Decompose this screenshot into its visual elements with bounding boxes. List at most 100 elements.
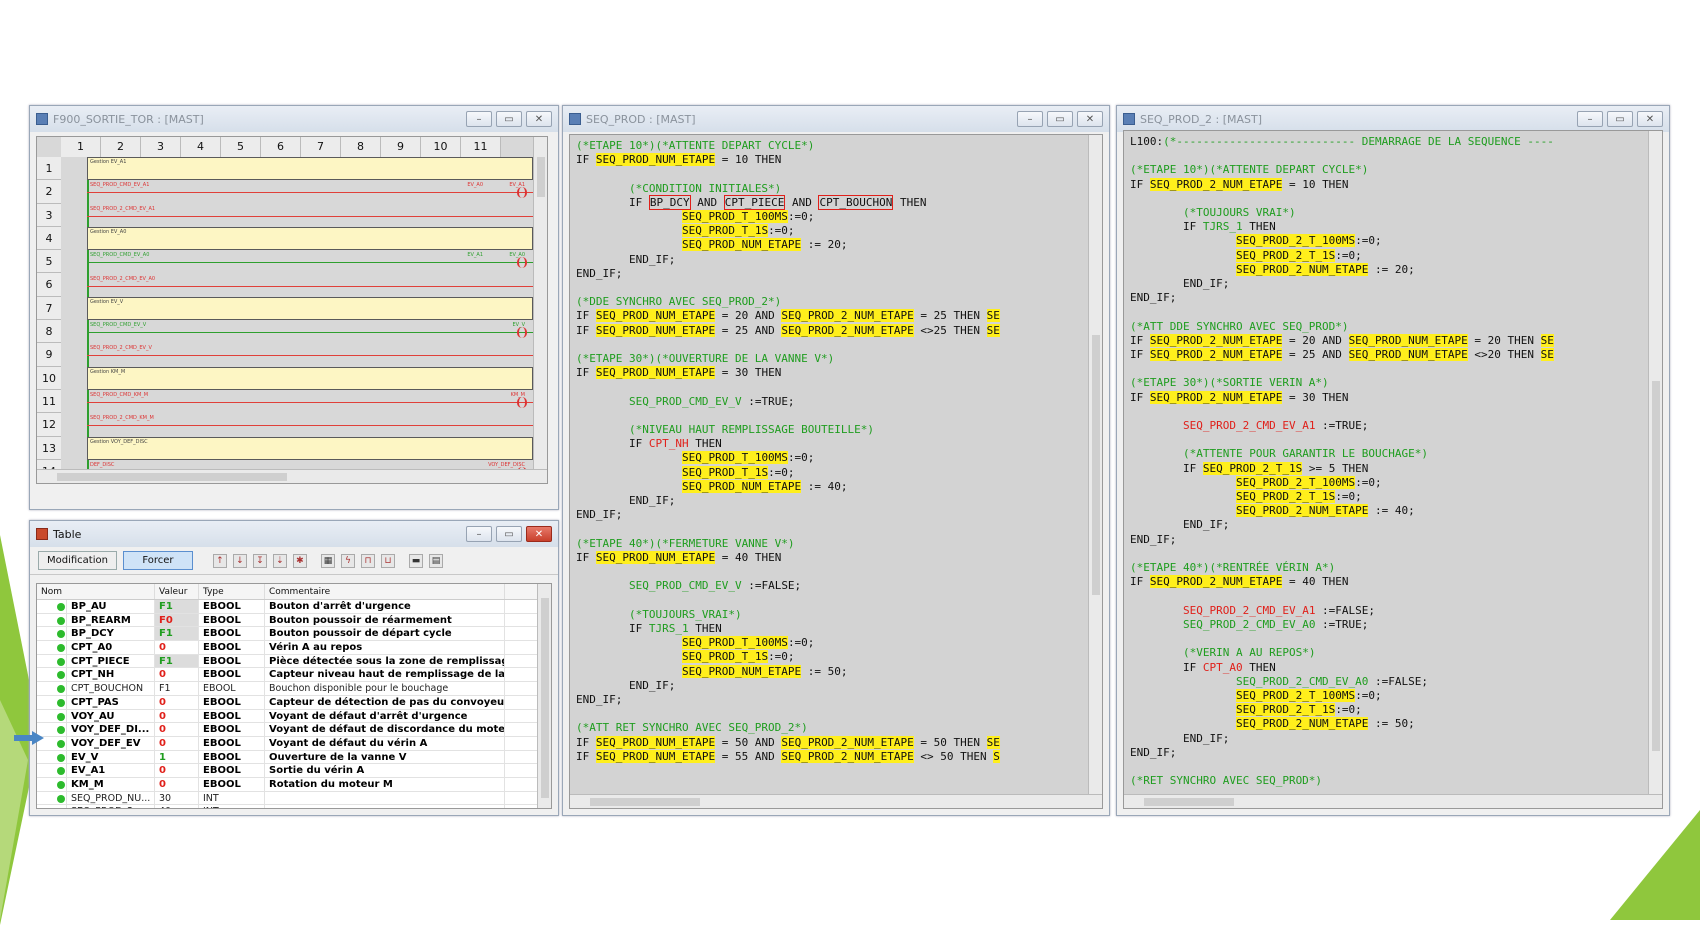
table-row[interactable]: SEQ_PROD_2_...40INT	[37, 805, 551, 808]
contact-label: SEQ_PROD_CMD_KM_M	[90, 392, 149, 398]
ladder-comment-rung[interactable]: Gestion EV_V	[87, 296, 533, 320]
header-type[interactable]: Type	[199, 584, 265, 599]
coil-icon[interactable]	[517, 257, 527, 269]
maximize-button[interactable]: ▭	[1047, 111, 1073, 127]
ladder-comment-rung[interactable]: Gestion EV_A1	[87, 157, 533, 180]
cancel-force-icon[interactable]: ✱	[292, 553, 307, 568]
coil-icon[interactable]	[517, 327, 527, 339]
maximize-button[interactable]: ▭	[496, 526, 522, 542]
row-status	[37, 627, 67, 641]
unforce-all-icon[interactable]: ⇣	[272, 553, 287, 568]
table-vscroll[interactable]	[537, 584, 551, 808]
ladder-row-number: 1	[37, 157, 61, 181]
close-button[interactable]: ✕	[526, 111, 552, 127]
header-valeur[interactable]: Valeur	[155, 584, 199, 599]
var-value[interactable]: 0	[155, 709, 199, 723]
close-button[interactable]: ✕	[1077, 111, 1103, 127]
header-nom[interactable]: Nom	[37, 584, 155, 599]
minimize-button[interactable]: –	[1577, 111, 1603, 127]
table-row[interactable]: VOY_DEF_DI... 0 EBOOL Voyant de défaut de d…	[37, 723, 551, 737]
status-dot-icon	[57, 616, 65, 625]
animation-icon[interactable]: ▬	[408, 553, 423, 568]
falling-edge-icon[interactable]: ⊔	[380, 553, 395, 568]
table-row[interactable]: CPT_PIECE F1 EBOOL Pièce détectée sous la z…	[37, 654, 551, 669]
table-row[interactable]: EV_A1 0 EBOOL Sortie du vérin A	[37, 764, 551, 778]
var-value[interactable]: 0	[155, 641, 199, 654]
ladder-hscroll[interactable]	[37, 469, 547, 483]
table-row[interactable]: CPT_NH 0 EBOOL Capteur niveau haut de rempl…	[37, 668, 551, 683]
minimize-button[interactable]: –	[466, 526, 492, 542]
var-value[interactable]: 0	[155, 736, 199, 750]
seq-prod-2-vscroll[interactable]	[1648, 131, 1662, 794]
minimize-button[interactable]: –	[1017, 111, 1043, 127]
var-value[interactable]: 0	[155, 723, 199, 736]
ladder-logic-rung[interactable]: SEQ_PROD_CMD_EV_V EV_V	[87, 320, 533, 343]
minimize-button[interactable]: –	[466, 111, 492, 127]
table-row[interactable]: VOY_AU 0 EBOOL Voyant de défaut d'arrêt d'u…	[37, 709, 551, 724]
table-row[interactable]: SEQ_PROD_NU... 30 INT	[37, 791, 551, 806]
lightning-icon[interactable]: ϟ	[340, 553, 355, 568]
ladder-vscroll[interactable]	[533, 137, 547, 469]
rising-edge-icon[interactable]: ⊓	[360, 553, 375, 568]
maximize-button[interactable]: ▭	[496, 111, 522, 127]
table-row[interactable]: BP_REARM F0 EBOOL Bouton poussoir de réarme…	[37, 613, 551, 628]
ladder-logic-rung[interactable]: SEQ_PROD_CMD_KM_M KM_M	[87, 390, 533, 413]
var-value[interactable]: F1	[155, 600, 199, 613]
ladder-comment-rung[interactable]: Gestion KM_M	[87, 366, 533, 390]
status-dot-icon	[57, 712, 65, 721]
var-value[interactable]: F1	[155, 682, 199, 695]
var-comment	[265, 791, 505, 805]
table-row[interactable]: CPT_BOUCHON F1 EBOOL Bouchon disponible pou…	[37, 682, 551, 696]
coil-icon[interactable]	[517, 397, 527, 408]
table-row[interactable]: BP_DCY F1 EBOOL Bouton poussoir de départ c…	[37, 627, 551, 642]
ladder-logic-rung[interactable]: SEQ_PROD_CMD_EV_A1 EV_A1 EV_A0	[87, 180, 533, 203]
var-value[interactable]: 0	[155, 764, 199, 777]
var-value[interactable]: F1	[155, 654, 199, 668]
var-value[interactable]: 30	[155, 791, 199, 805]
force-true-icon[interactable]: ↑	[212, 553, 227, 568]
table-row[interactable]: CPT_PAS 0 EBOOL Capteur de détection de pas…	[37, 695, 551, 710]
ladder-editor[interactable]: 1234567891011 1234567891011121314 Gestio…	[36, 136, 548, 484]
var-value[interactable]: 0	[155, 668, 199, 682]
interlock-contact-label: EV_A1	[467, 252, 483, 259]
var-value[interactable]: 40	[155, 805, 199, 808]
var-value[interactable]: 1	[155, 750, 199, 764]
table-row[interactable]: CPT_A0 0 EBOOL Vérin A au repos	[37, 641, 551, 655]
ladder-logic-rung[interactable]: SEQ_PROD_2_CMD_EV_A1	[87, 204, 533, 227]
var-value[interactable]: 0	[155, 695, 199, 709]
unforce-icon[interactable]: ↧	[252, 553, 267, 568]
properties-icon[interactable]: ▤	[428, 553, 443, 568]
seq-prod-2-code-editor[interactable]: L100:(*--------------------------- DEMAR…	[1123, 130, 1663, 809]
ladder-column-4: 4	[181, 137, 221, 157]
table-row[interactable]: KM_M 0 EBOOL Rotation du moteur M	[37, 777, 551, 792]
table-row[interactable]: BP_AU F1 EBOOL Bouton d'arrêt d'urgence	[37, 600, 551, 614]
var-value[interactable]: F1	[155, 627, 199, 641]
var-type: EBOOL	[199, 682, 265, 695]
close-button[interactable]: ✕	[1637, 111, 1663, 127]
ladder-column-8: 8	[341, 137, 381, 157]
ladder-logic-rung[interactable]: SEQ_PROD_2_CMD_EV_A0	[87, 274, 533, 297]
ladder-logic-rung[interactable]: SEQ_PROD_CMD_EV_A0 EV_A0 EV_A1	[87, 250, 533, 273]
tab-modification[interactable]: Modification	[38, 551, 117, 570]
close-button[interactable]: ✕	[526, 526, 552, 542]
maximize-button[interactable]: ▭	[1607, 111, 1633, 127]
seq-prod-code-editor[interactable]: (*ETAPE 10*)(*ATTENTE DEPART CYCLE*) IF …	[569, 134, 1103, 809]
table-row[interactable]: VOY_DEF_EV 0 EBOOL Voyant de défaut du véri…	[37, 736, 551, 751]
seq-prod-vscroll[interactable]	[1088, 135, 1102, 794]
row-status	[37, 805, 67, 808]
table-toolbar: Modification Forcer ↑ ↓ ↧ ⇣ ✱ ▦ ϟ ⊓ ⊔ ▬ …	[30, 547, 558, 575]
ladder-logic-rung[interactable]: SEQ_PROD_2_CMD_KM_M	[87, 413, 533, 436]
ladder-comment-rung[interactable]: Gestion VOY_DEF_DISC	[87, 436, 533, 460]
grid-icon[interactable]: ▦	[320, 553, 335, 568]
var-value[interactable]: F0	[155, 613, 199, 627]
ladder-logic-rung[interactable]: SEQ_PROD_2_CMD_EV_V	[87, 343, 533, 366]
header-commentaire[interactable]: Commentaire	[265, 584, 505, 599]
force-false-icon[interactable]: ↓	[232, 553, 247, 568]
var-value[interactable]: 0	[155, 777, 199, 791]
seq-prod-2-hscroll[interactable]	[1124, 794, 1662, 808]
tab-forcer[interactable]: Forcer	[122, 551, 193, 570]
table-row[interactable]: EV_V 1 EBOOL Ouverture de la vanne V	[37, 750, 551, 765]
ladder-comment-rung[interactable]: Gestion EV_A0	[87, 226, 533, 250]
seq-prod-hscroll[interactable]	[570, 794, 1102, 808]
coil-icon[interactable]	[517, 187, 527, 199]
